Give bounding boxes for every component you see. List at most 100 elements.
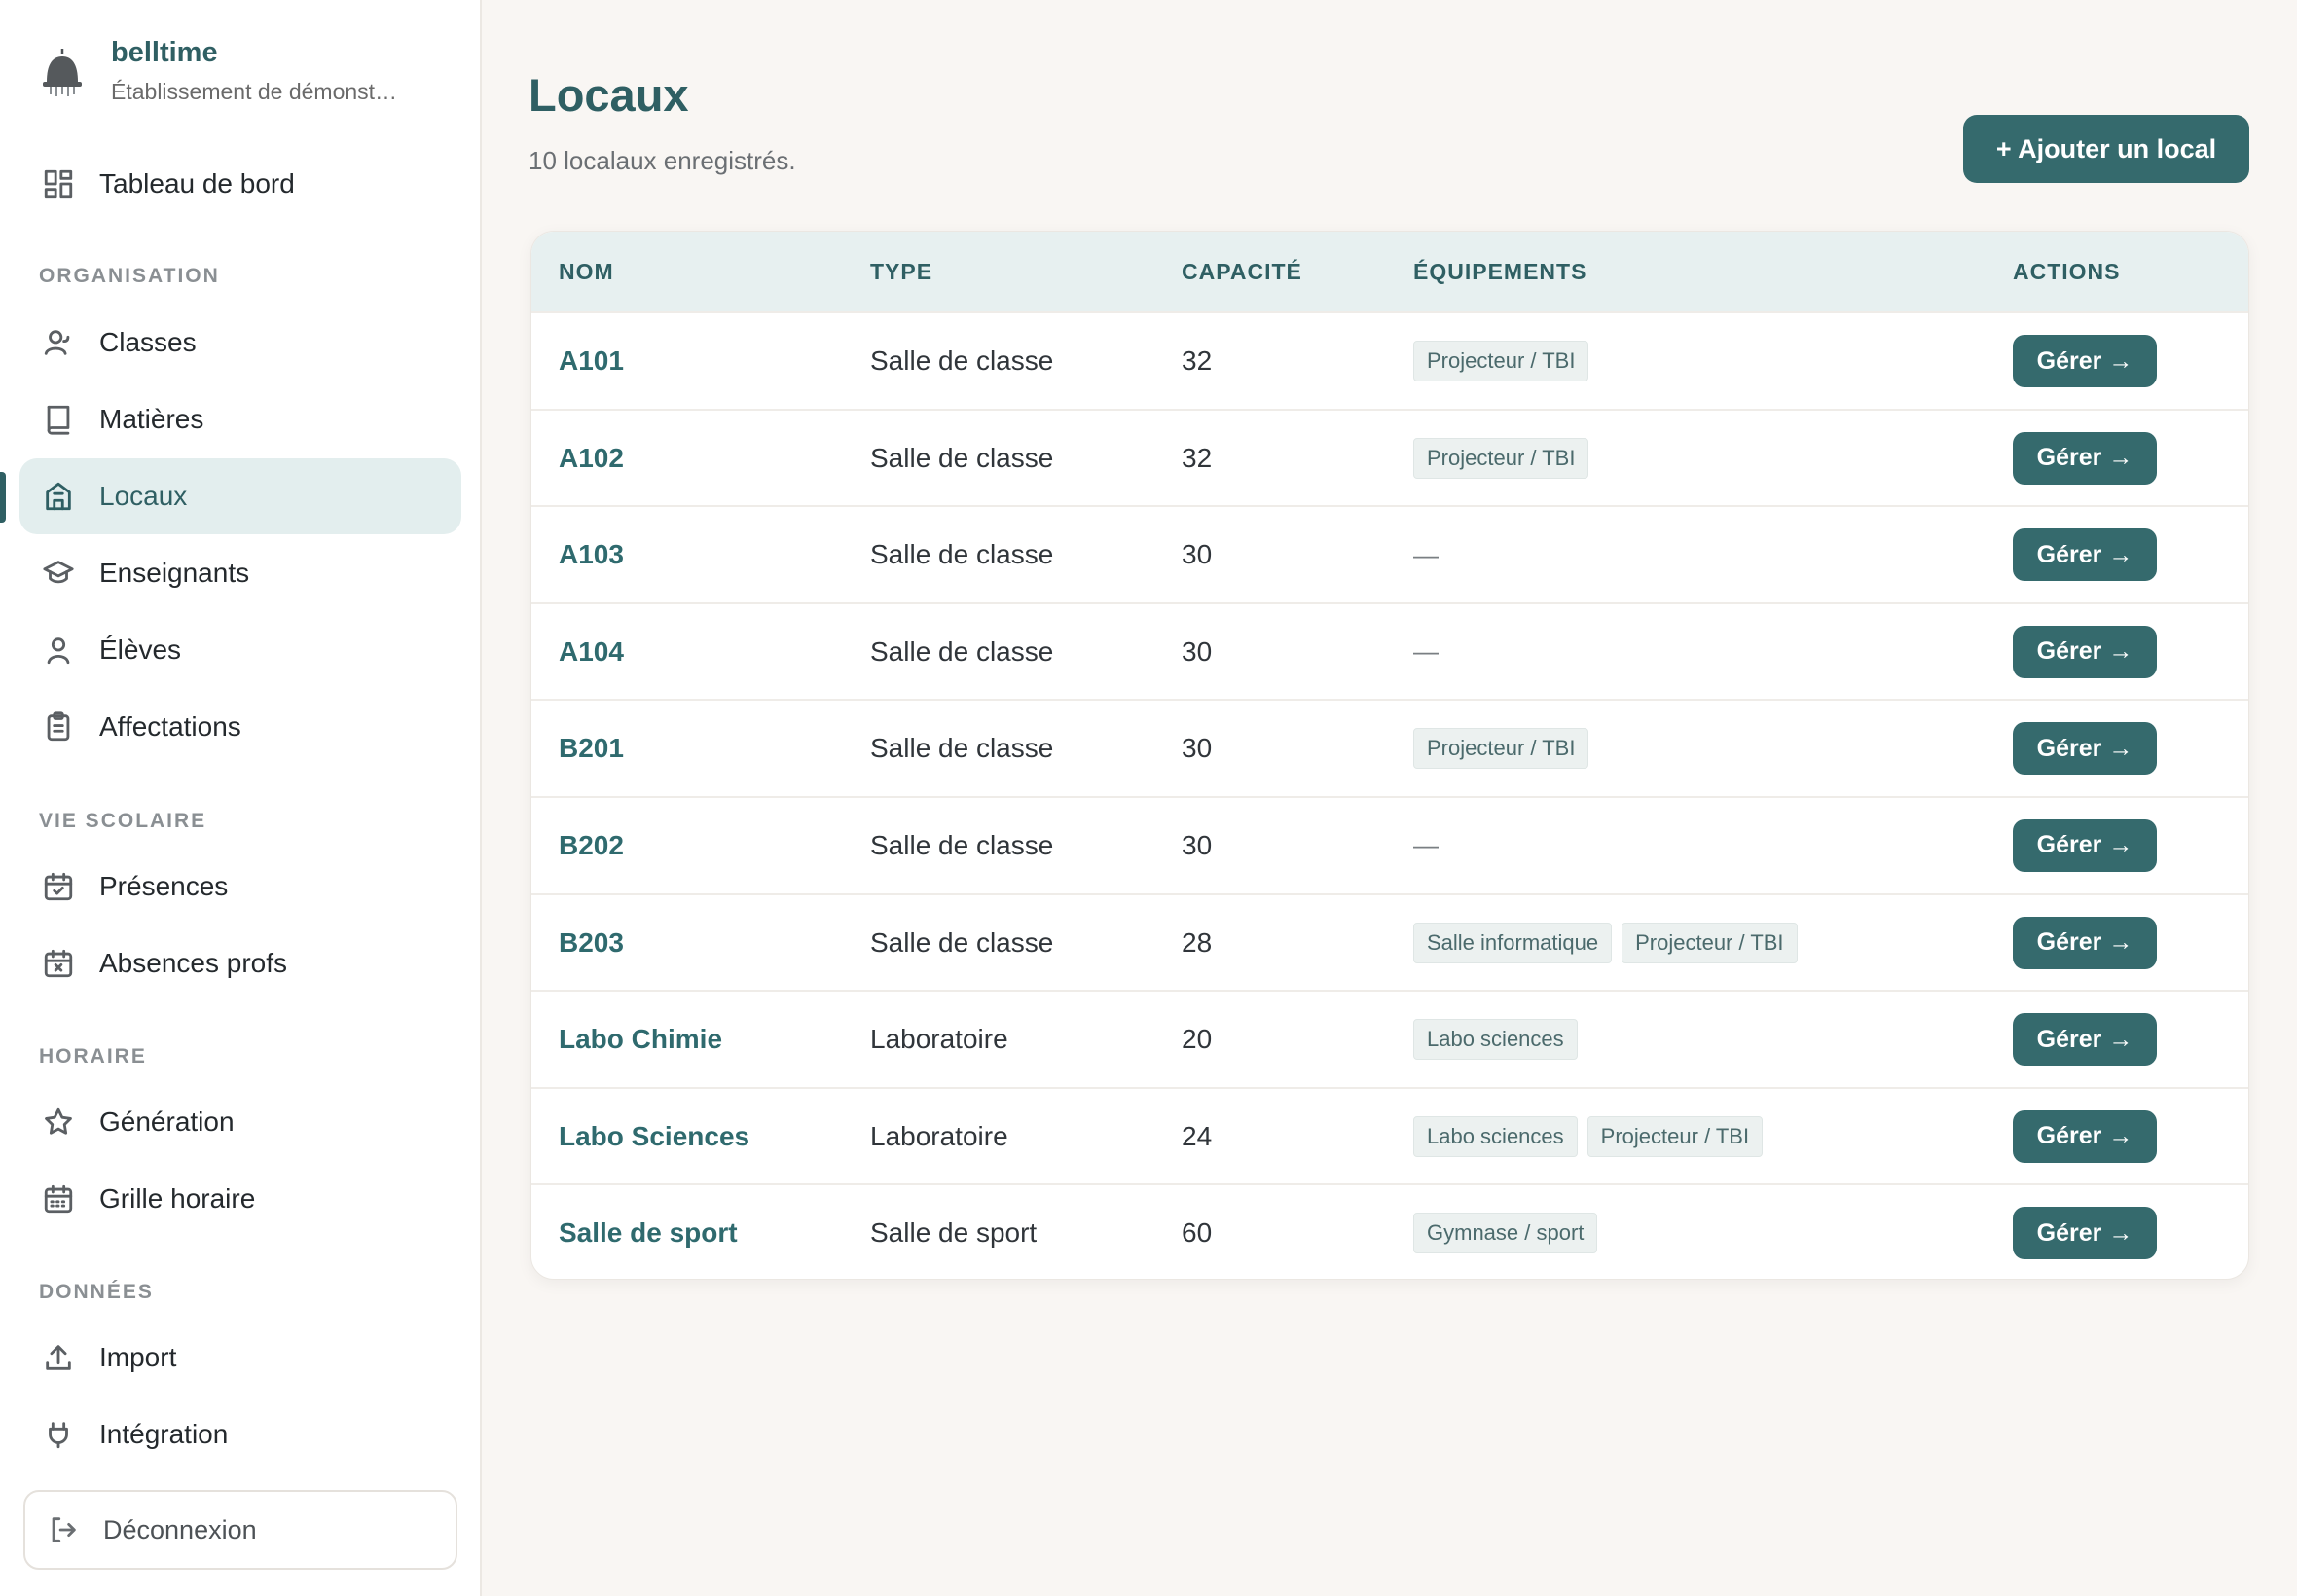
page-title: Locaux: [529, 69, 689, 121]
add-room-button[interactable]: + Ajouter un local: [1963, 115, 2249, 183]
table-row: A104 Salle de classe 30 — Gérer →: [531, 601, 2248, 700]
equipment-tag: Labo sciences: [1413, 1115, 1578, 1157]
sidebar-item-grille[interactable]: Grille horaire: [19, 1161, 461, 1237]
sidebar-item-label: Intégration: [99, 1419, 229, 1449]
sidebar-item-eleves[interactable]: Élèves: [19, 612, 461, 688]
room-capacity: 28: [1182, 926, 1213, 958]
room-name-link[interactable]: A103: [559, 507, 624, 602]
room-type: Salle de classe: [870, 829, 1054, 860]
room-actions: Gérer →: [2013, 895, 2157, 991]
room-name-link[interactable]: B201: [559, 701, 624, 796]
sidebar-item-classes[interactable]: Classes: [19, 305, 461, 381]
room-actions: Gérer →: [2013, 798, 2157, 893]
sidebar-item-locaux[interactable]: Locaux: [19, 458, 461, 534]
sidebar-item-dashboard[interactable]: Tableau de bord: [19, 146, 461, 222]
sidebar-item-label: Locaux: [99, 481, 188, 511]
room-name-link[interactable]: B203: [559, 895, 624, 991]
room-type: Laboratoire: [870, 1120, 1008, 1151]
empty-equipment: —: [1413, 539, 1439, 569]
room-capacity: 60: [1182, 1217, 1213, 1249]
sidebar-item-presences[interactable]: Présences: [19, 849, 461, 925]
user-icon: [41, 633, 76, 668]
room-capacity: 20: [1182, 1024, 1213, 1055]
room-type: Salle de classe: [870, 442, 1054, 473]
room-name-link[interactable]: Labo Chimie: [559, 992, 722, 1087]
clipboard-icon: [41, 709, 76, 744]
book-icon: [41, 402, 76, 437]
section-label-vie-scolaire: VIE SCOLAIRE: [39, 810, 207, 832]
room-name-link[interactable]: A104: [559, 604, 624, 700]
building-icon: [41, 479, 76, 514]
room-capacity: 30: [1182, 829, 1213, 860]
room-name-link[interactable]: B202: [559, 798, 624, 893]
room-equipment: Salle informatique Projecteur / TBI: [1413, 895, 1807, 991]
equipment-tag: Gymnase / sport: [1413, 1213, 1598, 1254]
calendar-grid-icon: [41, 1181, 76, 1216]
column-header-type[interactable]: TYPE: [870, 232, 932, 311]
sidebar-item-label: Absences profs: [99, 948, 287, 978]
logout-icon: [52, 1517, 76, 1542]
room-name-link[interactable]: A101: [559, 313, 624, 409]
room-type: Salle de classe: [870, 539, 1054, 570]
dashboard-icon: [41, 166, 76, 201]
manage-button[interactable]: Gérer →: [2013, 1207, 2157, 1260]
active-indicator: [0, 472, 6, 523]
users-icon: [41, 325, 76, 360]
sidebar-item-label: Présences: [99, 871, 229, 901]
equipment-tag: Projecteur / TBI: [1622, 922, 1798, 963]
room-capacity: 30: [1182, 635, 1213, 667]
room-type: Salle de classe: [870, 926, 1054, 958]
sidebar-item-enseignants[interactable]: Enseignants: [19, 535, 461, 611]
sidebar-item-integration[interactable]: Intégration: [19, 1396, 461, 1472]
room-name-link[interactable]: Labo Sciences: [559, 1089, 749, 1184]
column-header-equipements[interactable]: ÉQUIPEMENTS: [1413, 232, 1586, 311]
table-row: Salle de sport Salle de sport 60 Gymnase / …: [531, 1183, 2248, 1279]
sidebar: belltime Établissement de démonst… Table…: [0, 0, 482, 1596]
manage-button[interactable]: Gérer →: [2013, 1109, 2157, 1163]
room-capacity: 32: [1182, 442, 1213, 473]
table-body: A101 Salle de classe 32 Projecteur / TBI Gér…: [531, 311, 2248, 1279]
brand[interactable]: belltime Établissement de démonst…: [39, 35, 397, 109]
table-row: A102 Salle de classe 32 Projecteur / TBI Gér…: [531, 408, 2248, 506]
sidebar-item-label: Génération: [99, 1106, 235, 1137]
sidebar-item-generation[interactable]: Génération: [19, 1084, 461, 1160]
manage-button[interactable]: Gérer →: [2013, 1013, 2157, 1067]
empty-equipment: —: [1413, 830, 1439, 860]
sidebar-item-affectations[interactable]: Affectations: [19, 689, 461, 765]
equipment-tag: Projecteur / TBI: [1586, 1115, 1764, 1157]
column-header-nom[interactable]: NOM: [559, 232, 614, 311]
room-actions: Gérer →: [2013, 992, 2157, 1087]
logout-button[interactable]: Déconnexion: [23, 1490, 457, 1570]
manage-button[interactable]: Gérer →: [2013, 625, 2157, 678]
page-subtitle: 10 localaux enregistrés.: [529, 146, 796, 175]
manage-button[interactable]: Gérer →: [2013, 916, 2157, 969]
star-icon: [41, 1105, 76, 1140]
bell-logo-icon: [43, 49, 82, 96]
equipment-tag: Labo sciences: [1413, 1019, 1578, 1061]
column-header-actions: ACTIONS: [2013, 259, 2121, 284]
manage-button[interactable]: Gérer →: [2013, 528, 2157, 582]
brand-name: belltime: [111, 37, 218, 68]
room-actions: Gérer →: [2013, 507, 2157, 602]
sidebar-item-absences[interactable]: Absences profs: [19, 925, 461, 1001]
manage-button[interactable]: Gérer →: [2013, 722, 2157, 776]
sidebar-item-label: Classes: [99, 327, 197, 357]
sidebar-item-label: Enseignants: [99, 558, 250, 588]
equipment-tag: Projecteur / TBI: [1413, 437, 1589, 479]
room-type: Laboratoire: [870, 1024, 1008, 1055]
table-row: B203 Salle de classe 28 Salle informatique P…: [531, 892, 2248, 991]
room-equipment: Labo sciences Projecteur / TBI: [1413, 1089, 1772, 1184]
manage-button[interactable]: Gérer →: [2013, 335, 2157, 387]
sidebar-item-matieres[interactable]: Matières: [19, 381, 461, 457]
table-row: B202 Salle de classe 30 — Gérer →: [531, 795, 2248, 893]
section-label-organisation: ORGANISATION: [39, 265, 220, 287]
room-equipment: Labo sciences: [1413, 992, 1587, 1087]
column-header-capacite[interactable]: CAPACITÉ: [1182, 232, 1302, 311]
manage-button[interactable]: Gérer →: [2013, 818, 2157, 872]
sidebar-item-import[interactable]: Import: [19, 1320, 461, 1396]
room-actions: Gérer →: [2013, 701, 2157, 796]
room-name-link[interactable]: A102: [559, 411, 624, 506]
room-name-link[interactable]: Salle de sport: [559, 1185, 738, 1279]
manage-button[interactable]: Gérer →: [2013, 431, 2157, 485]
room-actions: Gérer →: [2013, 313, 2157, 409]
